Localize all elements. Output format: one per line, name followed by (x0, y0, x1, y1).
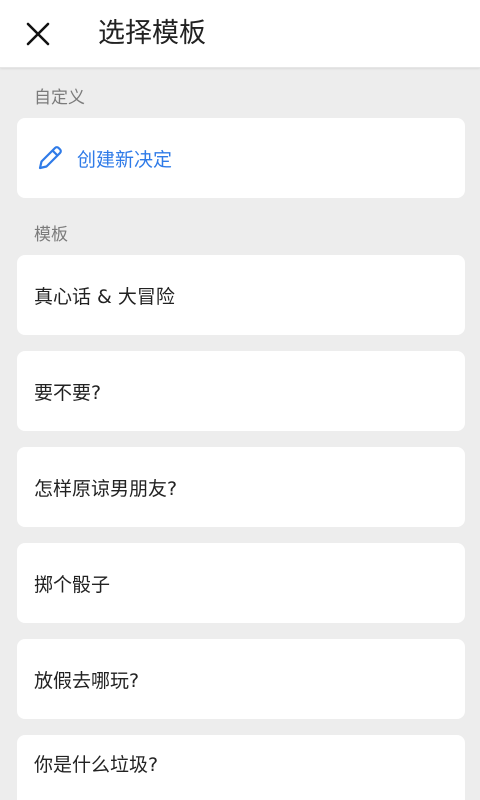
template-item-label: 放假去哪玩? (34, 669, 140, 692)
app-bar: 选择模板 (0, 0, 480, 68)
create-new-decision-button[interactable]: 创建新决定 (17, 118, 465, 198)
template-item-label: 真心话 & 大冒险 (34, 285, 175, 308)
template-item-label: 掷个骰子 (34, 573, 111, 596)
pencil-icon (35, 143, 65, 173)
close-button[interactable] (14, 10, 62, 58)
template-item[interactable]: 怎样原谅男朋友? (17, 447, 465, 527)
page-title: 选择模板 (98, 18, 206, 49)
template-item[interactable]: 要不要? (17, 351, 465, 431)
create-new-decision-label: 创建新决定 (77, 148, 173, 171)
template-item[interactable]: 放假去哪玩? (17, 639, 465, 719)
section-label-custom: 自定义 (34, 88, 85, 108)
template-item-label: 你是什么垃圾? (34, 754, 159, 776)
template-item-label: 要不要? (34, 381, 102, 404)
section-label-templates: 模板 (34, 225, 68, 245)
template-item-label: 怎样原谅男朋友? (34, 477, 178, 500)
close-icon (26, 22, 50, 46)
template-item[interactable]: 你是什么垃圾? (17, 735, 465, 800)
template-item[interactable]: 掷个骰子 (17, 543, 465, 623)
template-item[interactable]: 真心话 & 大冒险 (17, 255, 465, 335)
